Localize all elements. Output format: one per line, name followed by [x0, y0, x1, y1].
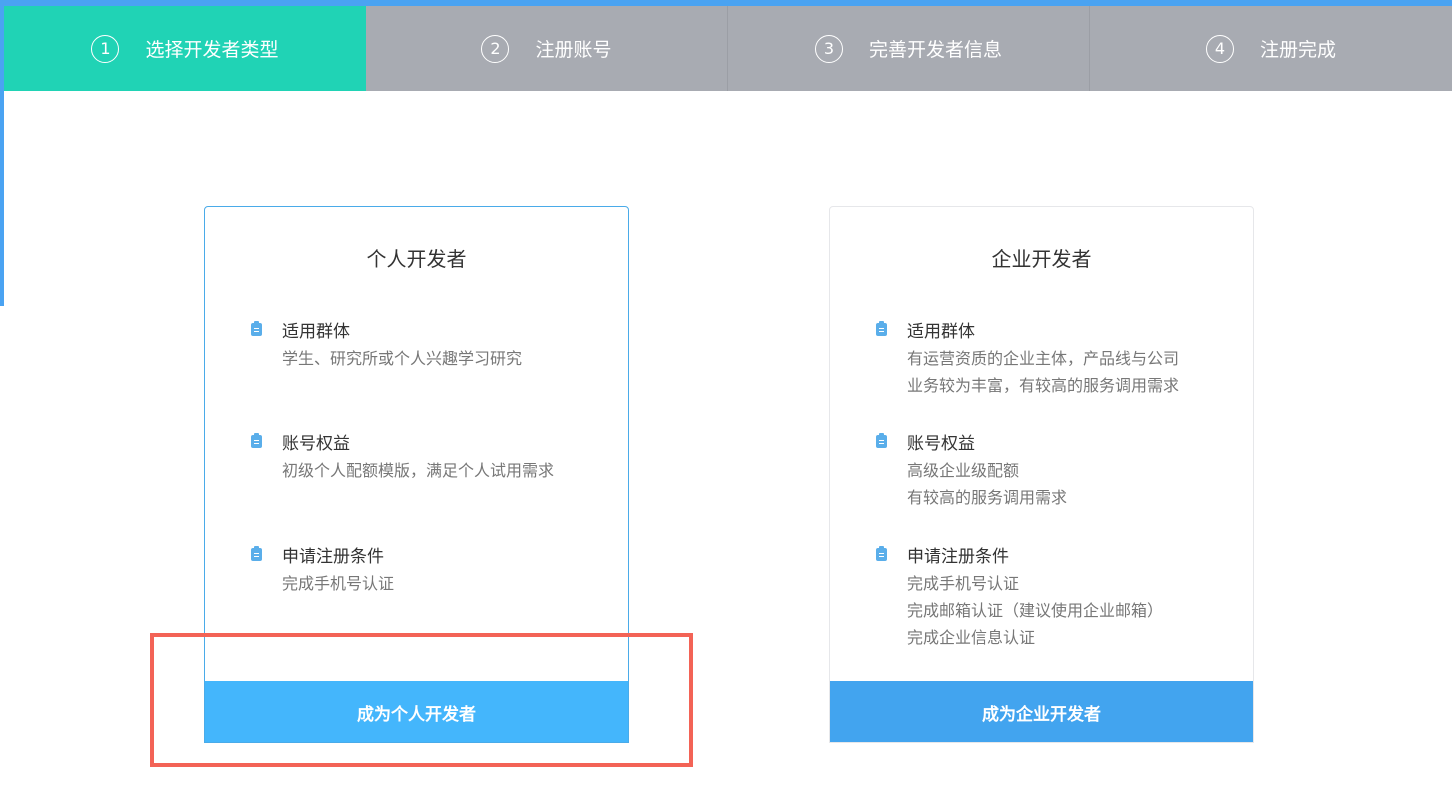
feature-title: 账号权益 [907, 433, 975, 454]
card-title: 个人开发者 [366, 247, 467, 271]
feature-target-users: 适用群体 有运营资质的企业主体，产品线与公司 业务较为丰富，有较高的服务调用需求 [876, 317, 1179, 399]
feature-description: 学生、研究所或个人兴趣学习研究 [282, 349, 523, 368]
feature-title: 申请注册条件 [282, 546, 384, 567]
feature-account-benefits: 账号权益 初级个人配额模版，满足个人试用需求 [251, 429, 554, 484]
feature-title: 申请注册条件 [907, 546, 1009, 567]
step-registration-complete: 4 注册完成 [1090, 6, 1452, 91]
feature-description: 完成邮箱认证（建议使用企业邮箱） [907, 601, 1164, 620]
step-label: 注册账号 [535, 39, 612, 61]
document-icon [251, 320, 262, 336]
document-icon [876, 320, 887, 336]
step-number-badge: 1 [91, 34, 120, 63]
step-register-account: 2 注册账号 [366, 6, 728, 91]
step-number-badge: 2 [481, 34, 510, 63]
become-personal-developer-button[interactable]: 成为个人开发者 [205, 681, 628, 742]
document-icon [251, 545, 262, 561]
document-icon [251, 432, 262, 448]
step-complete-developer-info: 3 完善开发者信息 [728, 6, 1090, 91]
feature-description: 完成手机号认证 [282, 574, 395, 593]
feature-title: 适用群体 [907, 321, 975, 342]
feature-registration-conditions: 申请注册条件 完成手机号认证 完成邮箱认证（建议使用企业邮箱） 完成企业信息认证 [876, 542, 1163, 651]
feature-title: 账号权益 [282, 433, 350, 454]
feature-description: 初级个人配额模版，满足个人试用需求 [282, 461, 555, 480]
feature-description: 有较高的服务调用需求 [907, 488, 1068, 507]
step-label: 选择开发者类型 [145, 39, 279, 61]
registration-steps: 1 选择开发者类型 2 注册账号 3 完善开发者信息 4 注册完成 [4, 6, 1452, 91]
feature-target-users: 适用群体 学生、研究所或个人兴趣学习研究 [251, 317, 522, 372]
document-icon [876, 545, 887, 561]
step-number-badge: 3 [814, 34, 843, 63]
feature-description: 完成企业信息认证 [907, 628, 1036, 647]
feature-description: 完成手机号认证 [907, 574, 1020, 593]
become-enterprise-developer-button[interactable]: 成为企业开发者 [830, 681, 1253, 742]
step-label: 完善开发者信息 [868, 39, 1002, 61]
feature-registration-conditions: 申请注册条件 完成手机号认证 [251, 542, 394, 597]
enterprise-developer-card: 企业开发者 适用群体 有运营资质的企业主体，产品线与公司 业务较为丰富，有较高的… [829, 206, 1254, 743]
card-title: 企业开发者 [991, 247, 1092, 271]
feature-account-benefits: 账号权益 高级企业级配额 有较高的服务调用需求 [876, 429, 1067, 511]
step-number-badge: 4 [1205, 34, 1234, 63]
step-select-developer-type: 1 选择开发者类型 [4, 6, 366, 91]
step-label: 注册完成 [1259, 39, 1336, 61]
document-icon [876, 432, 887, 448]
personal-developer-card: 个人开发者 适用群体 学生、研究所或个人兴趣学习研究 账号权益 初级个人配额模版… [204, 206, 629, 743]
feature-description: 高级企业级配额 [907, 461, 1020, 480]
feature-description: 有运营资质的企业主体，产品线与公司 [907, 349, 1180, 368]
feature-description: 业务较为丰富，有较高的服务调用需求 [907, 376, 1180, 395]
feature-title: 适用群体 [282, 321, 350, 342]
